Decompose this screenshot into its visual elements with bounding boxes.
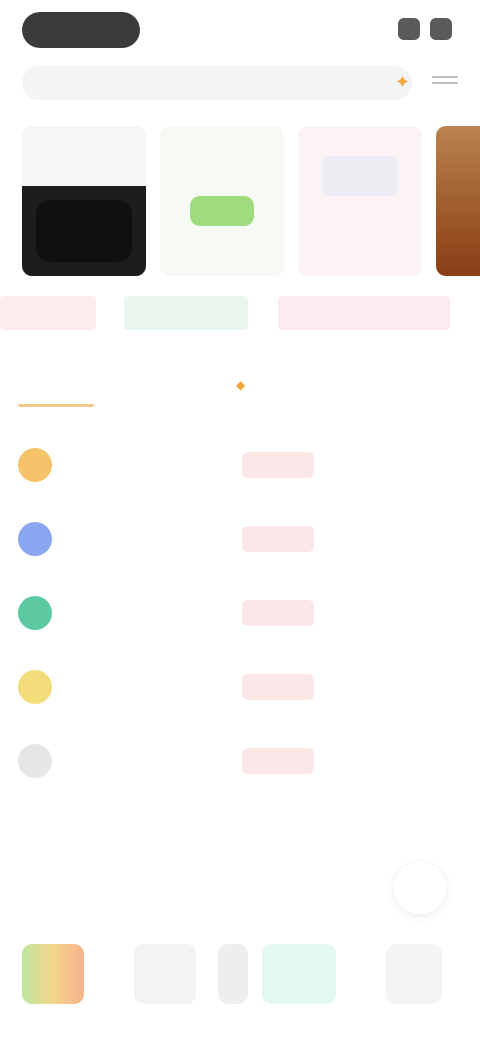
banner-image — [322, 156, 398, 196]
banner-image — [190, 196, 254, 226]
coin-icon — [18, 744, 52, 778]
sparkle-icon[interactable]: ✦ — [395, 72, 410, 93]
table-row[interactable] — [0, 578, 480, 652]
shortcut-card[interactable] — [386, 944, 442, 1004]
banner-card[interactable] — [298, 126, 422, 276]
sort-icon: ◆ — [236, 378, 246, 392]
notification-icon[interactable] — [430, 18, 452, 40]
top-actions — [398, 18, 452, 40]
banner-card[interactable] — [436, 126, 480, 276]
asset-list — [0, 430, 480, 800]
category-tab[interactable] — [278, 296, 450, 330]
coin-icon — [18, 448, 52, 482]
change-badge — [242, 748, 314, 774]
change-badge — [242, 526, 314, 552]
menu-icon[interactable] — [432, 76, 458, 90]
change-badge — [242, 452, 314, 478]
brand-logo[interactable] — [22, 12, 140, 48]
coin-icon — [18, 522, 52, 556]
shortcut-card[interactable] — [218, 944, 248, 1004]
shortcut-card[interactable] — [22, 944, 84, 1004]
banner-carousel[interactable] — [22, 126, 480, 276]
category-tab[interactable] — [124, 296, 248, 330]
banner-card[interactable] — [160, 126, 284, 276]
coin-icon — [18, 596, 52, 630]
column-header[interactable] — [360, 372, 460, 398]
table-row[interactable] — [0, 652, 480, 726]
coin-icon — [18, 670, 52, 704]
scan-icon[interactable] — [398, 18, 420, 40]
active-tab-indicator — [18, 404, 94, 407]
app-screen: ✦ ◆ — [0, 0, 480, 1040]
table-row[interactable] — [0, 504, 480, 578]
change-badge — [242, 674, 314, 700]
column-header[interactable]: ◆ — [236, 372, 336, 398]
table-header: ◆ — [0, 372, 480, 398]
device-image — [36, 200, 132, 262]
category-tab[interactable] — [0, 296, 96, 330]
floating-action-button[interactable] — [394, 862, 446, 914]
shortcut-card[interactable] — [262, 944, 336, 1004]
column-header[interactable] — [18, 372, 98, 398]
table-row[interactable] — [0, 726, 480, 800]
feature-shortcuts — [22, 944, 462, 1004]
top-bar — [0, 0, 480, 60]
search-input[interactable] — [36, 74, 398, 92]
change-badge — [242, 600, 314, 626]
table-row[interactable] — [0, 430, 480, 504]
banner-card[interactable] — [22, 126, 146, 276]
column-header[interactable] — [132, 372, 202, 398]
search-bar[interactable] — [22, 66, 412, 100]
category-tabs — [0, 296, 480, 330]
shortcut-card[interactable] — [134, 944, 196, 1004]
